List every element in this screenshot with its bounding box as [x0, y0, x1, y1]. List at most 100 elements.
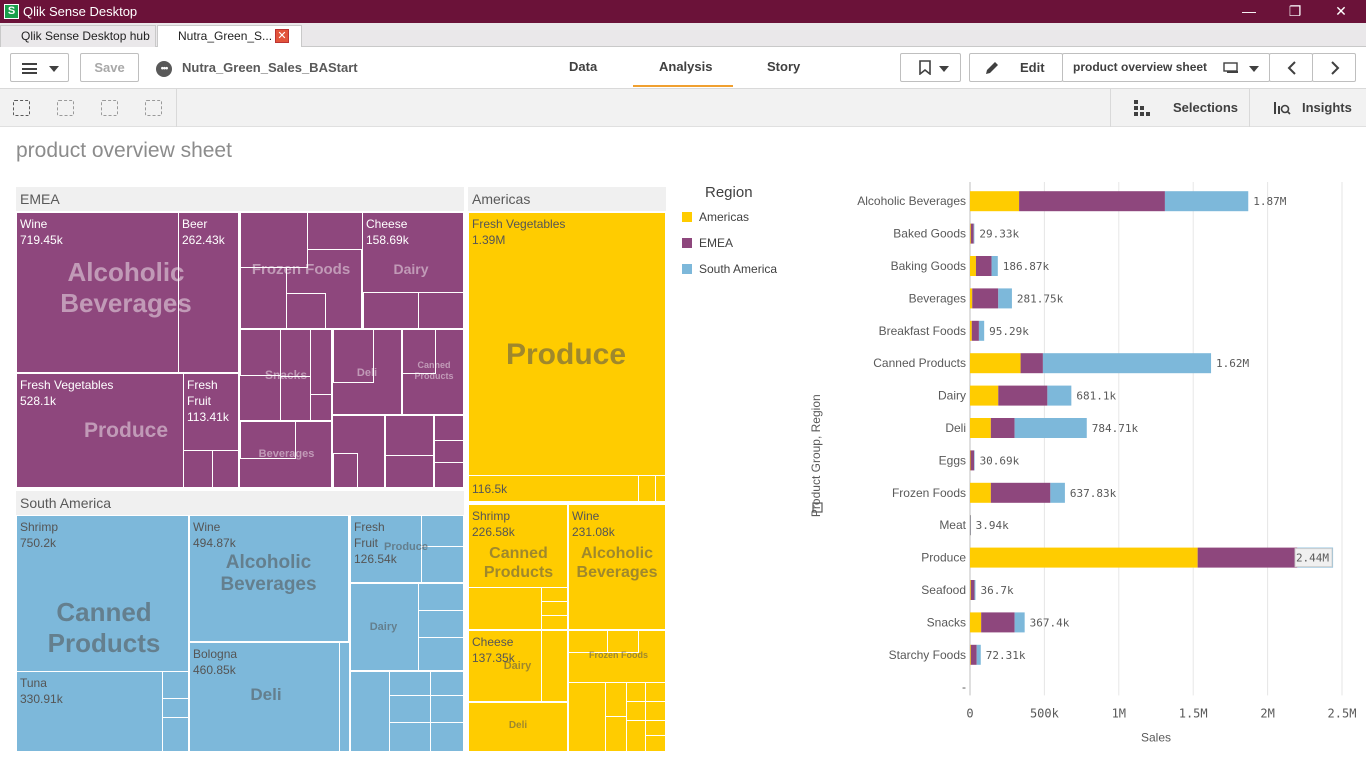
- bar-segment[interactable]: [991, 256, 998, 276]
- treemap-cell[interactable]: [568, 682, 606, 752]
- treemap-cell[interactable]: [310, 329, 332, 395]
- bar-segment[interactable]: [970, 385, 999, 406]
- close-window-button[interactable]: ✕: [1318, 0, 1364, 23]
- bar-segment[interactable]: [1042, 353, 1212, 374]
- bar-segment[interactable]: [970, 580, 975, 600]
- step-back-icon[interactable]: [57, 100, 74, 116]
- treemap-cell[interactable]: [418, 637, 464, 671]
- bar-segment[interactable]: [970, 644, 977, 665]
- global-menu-button[interactable]: [10, 53, 69, 82]
- save-button[interactable]: Save: [80, 53, 139, 82]
- bar-segment[interactable]: [990, 482, 1051, 503]
- legend-item-emea[interactable]: EMEA: [680, 235, 800, 261]
- treemap-cell[interactable]: [385, 455, 434, 488]
- bar-segment[interactable]: [975, 256, 992, 276]
- treemap-cell[interactable]: Tuna 330.91k: [16, 671, 163, 752]
- smart-search-icon[interactable]: [13, 100, 30, 116]
- previous-sheet-button[interactable]: [1269, 53, 1313, 82]
- bookmarks-button[interactable]: [900, 53, 961, 82]
- treemap-cell[interactable]: [389, 695, 431, 723]
- bar-segment[interactable]: [970, 223, 974, 244]
- sheet-navigator-button[interactable]: product overview sheet: [1062, 53, 1270, 82]
- tab-app[interactable]: Nutra_Green_S... ✕: [157, 25, 302, 48]
- bar-segment[interactable]: [1014, 612, 1025, 633]
- treemap-cell[interactable]: [183, 450, 213, 488]
- treemap-cell[interactable]: [645, 735, 666, 752]
- treemap-cell[interactable]: [389, 722, 431, 752]
- treemap-cell[interactable]: [385, 415, 434, 456]
- bar-segment[interactable]: [972, 288, 999, 309]
- treemap-cell[interactable]: Fresh Fruit 113.41k: [183, 373, 239, 451]
- treemap-cell[interactable]: [430, 722, 464, 752]
- treemap-cell[interactable]: [212, 450, 239, 488]
- treemap-cell[interactable]: [626, 701, 646, 721]
- treemap-cell[interactable]: [162, 671, 189, 699]
- bar-segment[interactable]: [970, 353, 1021, 374]
- treemap-cell[interactable]: [418, 610, 464, 638]
- bar-segment[interactable]: [970, 612, 982, 633]
- next-sheet-button[interactable]: [1312, 53, 1356, 82]
- treemap-cell[interactable]: [638, 475, 656, 502]
- bar-segment[interactable]: [976, 644, 981, 665]
- treemap-cell[interactable]: [434, 440, 464, 463]
- bar-chart[interactable]: 0 500k 1M 1.5M 2M 2.5M Alcoholic Beverages 1.87…: [800, 180, 1366, 760]
- treemap-cell[interactable]: [434, 415, 464, 441]
- treemap-cell[interactable]: [280, 376, 311, 421]
- bar-segment[interactable]: [970, 450, 971, 471]
- bar-segment[interactable]: [970, 450, 975, 471]
- bar-segment[interactable]: [974, 450, 975, 471]
- bar-segment[interactable]: [973, 223, 975, 244]
- bar-segment[interactable]: [978, 320, 985, 341]
- treemap-region-header-south-america[interactable]: South America: [16, 491, 464, 515]
- treemap-chart[interactable]: EMEA Wine 719.45k Beer 262.43k Alcoholic Be…: [16, 187, 666, 752]
- treemap-cell[interactable]: [307, 212, 363, 250]
- treemap-cell[interactable]: [605, 716, 627, 752]
- bar-segment[interactable]: [970, 223, 971, 244]
- treemap-cell[interactable]: [434, 462, 464, 488]
- treemap-cell[interactable]: [645, 720, 666, 736]
- minimize-button[interactable]: —: [1226, 0, 1272, 23]
- treemap-cell[interactable]: [286, 293, 326, 329]
- treemap-region-header-emea[interactable]: EMEA: [16, 187, 464, 211]
- treemap-cell[interactable]: [655, 475, 666, 502]
- close-tab-icon[interactable]: ✕: [275, 29, 289, 43]
- treemap-cell[interactable]: [645, 701, 666, 721]
- legend-item-americas[interactable]: Americas: [680, 209, 800, 235]
- bar-segment[interactable]: [970, 482, 991, 503]
- bar-segment[interactable]: [1050, 482, 1065, 503]
- bar-segment[interactable]: [1197, 547, 1298, 568]
- tab-story[interactable]: Story: [767, 59, 800, 74]
- bar-segment[interactable]: [990, 418, 1015, 438]
- bar-segment[interactable]: [1014, 418, 1087, 438]
- bar-segment[interactable]: [1019, 191, 1165, 212]
- treemap-cell[interactable]: [468, 587, 542, 630]
- step-forward-icon[interactable]: [101, 100, 118, 116]
- bar-segment[interactable]: [970, 191, 1020, 212]
- treemap-cell[interactable]: [430, 671, 464, 696]
- bar-segment[interactable]: [998, 385, 1048, 406]
- treemap-cell[interactable]: [240, 212, 308, 268]
- treemap-cell[interactable]: [541, 630, 568, 702]
- selections-button[interactable]: Selections: [1110, 89, 1250, 127]
- treemap-cell[interactable]: [333, 453, 358, 488]
- treemap-cell[interactable]: [626, 720, 646, 752]
- treemap-cell[interactable]: 116.5k: [468, 475, 639, 502]
- treemap-cell[interactable]: [363, 292, 419, 329]
- treemap-cell[interactable]: [162, 698, 189, 718]
- insights-button[interactable]: Insights: [1249, 89, 1366, 127]
- treemap-cell[interactable]: [645, 682, 666, 702]
- treemap-cell[interactable]: [541, 601, 568, 616]
- bar-segment[interactable]: [970, 288, 973, 309]
- bar-chart-container[interactable]: 0 500k 1M 1.5M 2M 2.5M Alcoholic Beverages 1.87…: [800, 180, 1366, 760]
- app-options-icon[interactable]: •••: [156, 61, 172, 77]
- bar-segment[interactable]: [998, 288, 1012, 309]
- bar-segment[interactable]: [970, 515, 971, 536]
- clear-all-icon[interactable]: [145, 100, 162, 116]
- restore-button[interactable]: ❐: [1272, 0, 1318, 23]
- bar-segment[interactable]: [970, 418, 991, 438]
- bar-segment[interactable]: [970, 644, 971, 665]
- bar-segment[interactable]: [974, 580, 976, 600]
- bar-segment[interactable]: [970, 547, 1198, 568]
- treemap-cell[interactable]: [541, 587, 568, 602]
- treemap-cell[interactable]: [626, 682, 646, 702]
